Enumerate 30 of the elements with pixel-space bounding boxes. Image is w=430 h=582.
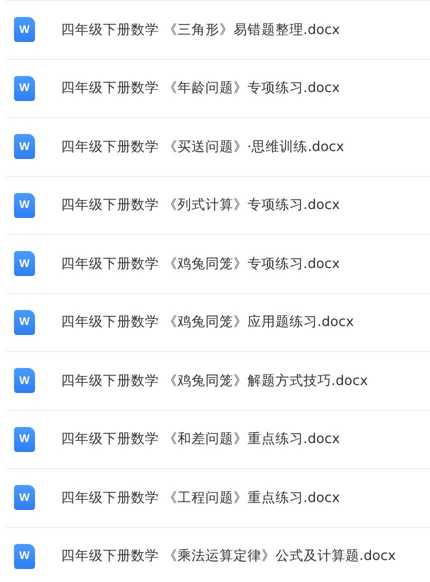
word-document-icon: W xyxy=(14,192,35,218)
file-row[interactable]: W 四年级下册数学 《三角形》易错题整理.docx xyxy=(6,0,430,58)
file-row[interactable]: W 四年级下册数学 《和差问题》重点练习.docx xyxy=(6,410,430,468)
file-row[interactable]: W 四年级下册数学 《工程问题》重点练习.docx xyxy=(6,468,430,526)
file-name: 四年级下册数学 《三角形》易错题整理.docx xyxy=(61,20,340,39)
file-row[interactable]: W 四年级下册数学 《买送问题》·思维训练.docx xyxy=(6,117,430,176)
file-row[interactable]: W 四年级下册数学 《列式计算》专项练习.docx xyxy=(6,176,430,234)
file-row[interactable]: W 四年级下册数学 《鸡兔同笼》应用题练习.docx xyxy=(6,292,430,351)
file-name: 四年级下册数学 《鸡兔同笼》应用题练习.docx xyxy=(61,313,354,332)
file-name: 四年级下册数学 《鸡兔同笼》解题方式技巧.docx xyxy=(61,372,368,390)
word-document-icon: W xyxy=(14,485,35,510)
word-document-icon: W xyxy=(14,134,35,160)
word-document-icon: W xyxy=(14,368,35,394)
word-document-icon: W xyxy=(14,251,35,276)
word-document-icon: W xyxy=(14,76,35,101)
file-row[interactable]: W 四年级下册数学 《乘法运算定律》公式及计算题.docx xyxy=(6,526,430,582)
word-document-icon: W xyxy=(14,310,35,335)
file-name: 四年级下册数学 《买送问题》·思维训练.docx xyxy=(61,138,344,156)
file-name: 四年级下册数学 《工程问题》重点练习.docx xyxy=(61,488,340,507)
file-name: 四年级下册数学 《年龄问题》专项练习.docx xyxy=(61,79,340,98)
file-row[interactable]: W 四年级下册数学 《鸡兔同笼》解题方式技巧.docx xyxy=(6,351,430,410)
file-row[interactable]: W 四年级下册数学 《年龄问题》专项练习.docx xyxy=(6,58,430,117)
file-name: 四年级下册数学 《鸡兔同笼》专项练习.docx xyxy=(61,254,340,273)
file-name: 四年级下册数学 《和差问题》重点练习.docx xyxy=(61,430,340,448)
file-name: 四年级下册数学 《乘法运算定律》公式及计算题.docx xyxy=(61,547,396,566)
word-document-icon: W xyxy=(14,426,35,452)
word-document-icon: W xyxy=(14,17,35,42)
file-name: 四年级下册数学 《列式计算》专项练习.docx xyxy=(61,196,340,214)
file-row[interactable]: W 四年级下册数学 《鸡兔同笼》专项练习.docx xyxy=(6,234,430,292)
word-document-icon: W xyxy=(14,544,35,569)
